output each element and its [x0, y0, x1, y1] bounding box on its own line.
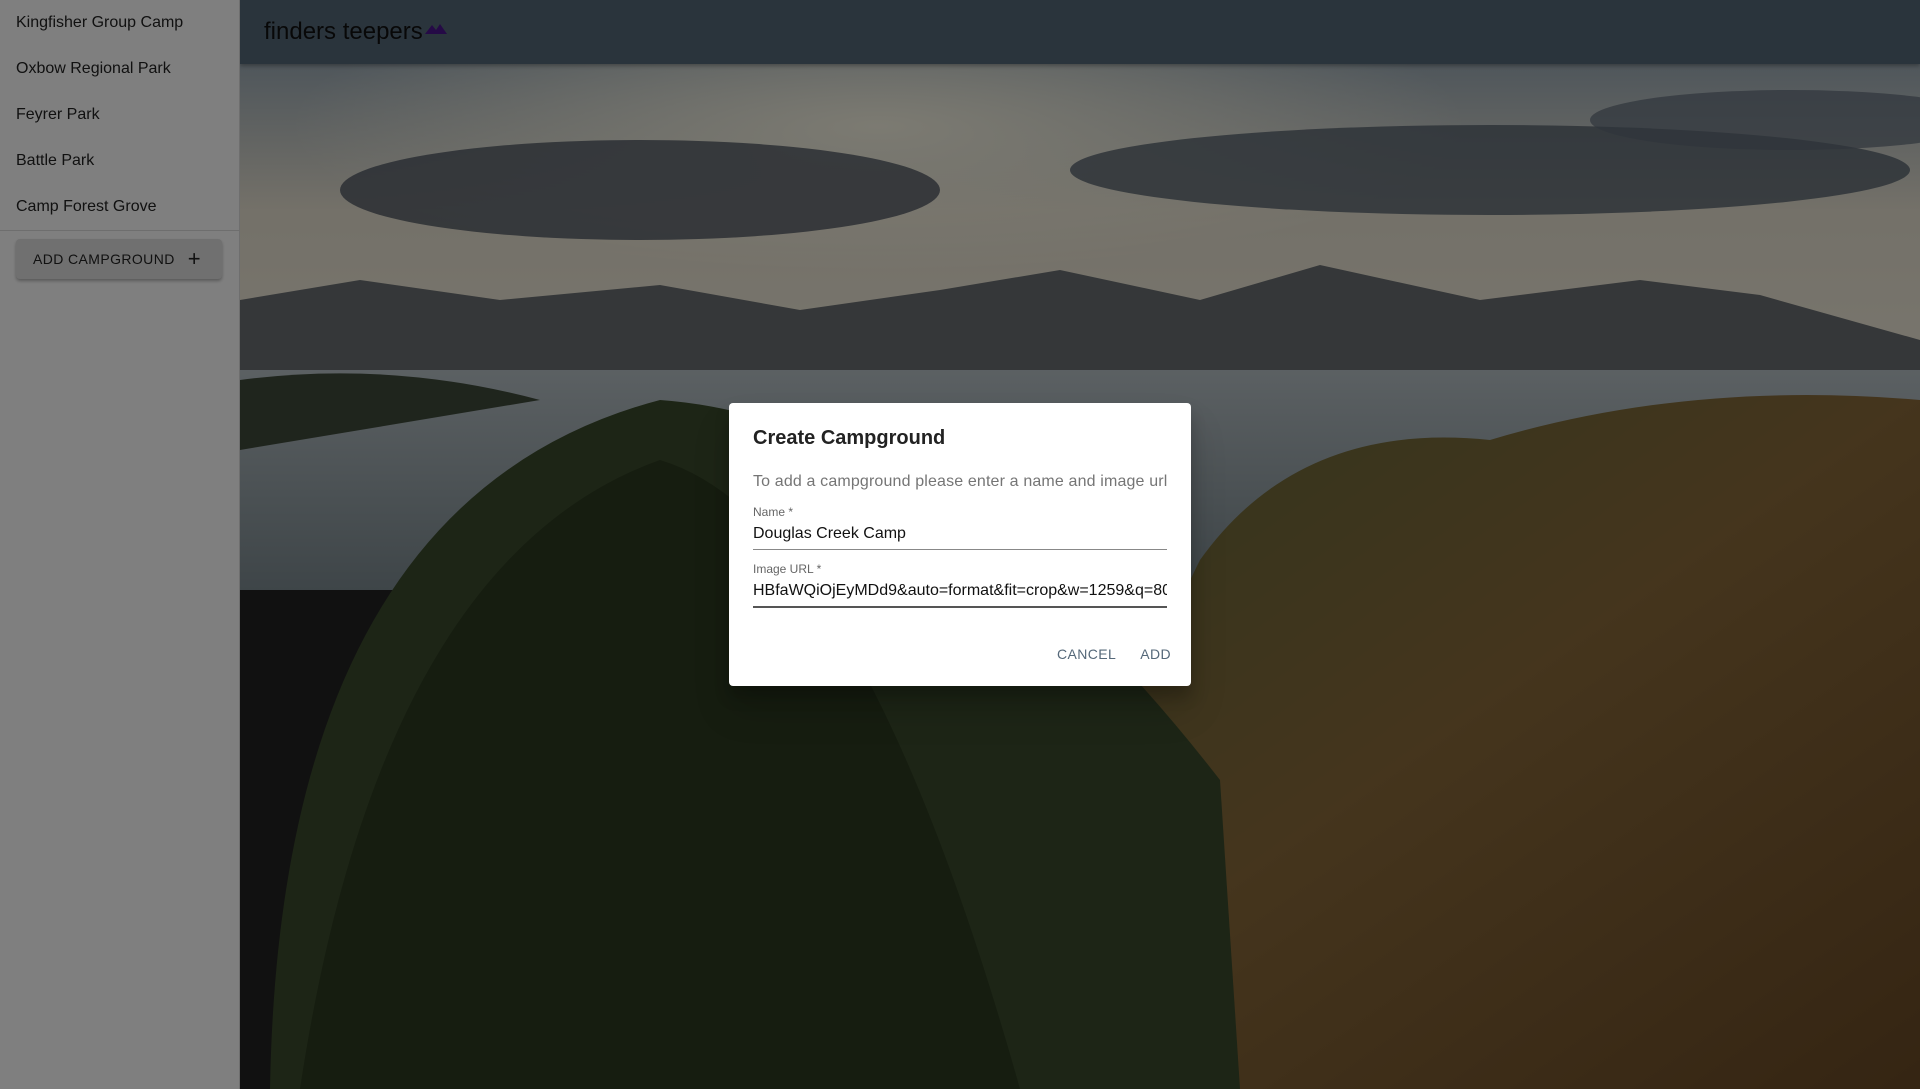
image-url-field-label: Image URL * [753, 562, 822, 576]
dialog-actions: CANCEL ADD [1047, 638, 1181, 670]
create-campground-dialog: Create Campground To add a campground pl… [729, 403, 1191, 686]
dialog-title: Create Campground [753, 427, 946, 449]
cancel-button[interactable]: CANCEL [1047, 638, 1126, 670]
name-input[interactable] [753, 521, 1167, 549]
add-button[interactable]: ADD [1130, 638, 1181, 670]
image-url-field-underline [753, 606, 1167, 608]
name-field-underline [753, 549, 1167, 550]
name-field-label: Name * [753, 505, 794, 519]
name-field: Name * [753, 503, 1167, 550]
dialog-description: To add a campground please enter a name … [753, 473, 1167, 490]
image-url-field: Image URL * [753, 560, 1167, 608]
sidebar-backdrop[interactable] [0, 0, 240, 1089]
image-url-input[interactable] [753, 578, 1167, 606]
